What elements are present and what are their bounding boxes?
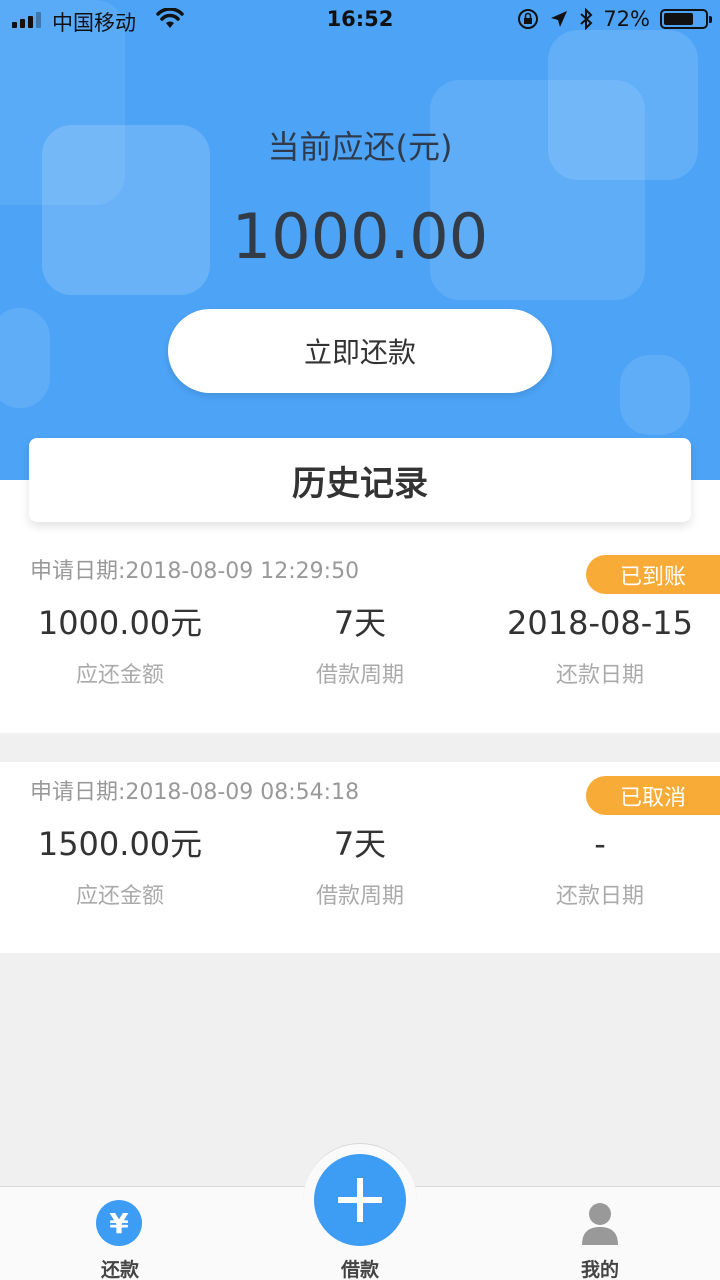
repay-date-label: 还款日期 xyxy=(555,663,644,688)
due-amount: 1000.00 xyxy=(231,200,489,273)
nav-label-borrow: 借款 xyxy=(340,1259,379,1280)
repay-date-column: 2018-08-15 还款日期 xyxy=(480,601,720,689)
status-bar: 中国移动 16:52 72% xyxy=(0,0,720,40)
repay-date-column: - 还款日期 xyxy=(480,822,720,910)
nav-label-mine: 我的 xyxy=(580,1259,619,1280)
period-column: 7天 借款周期 xyxy=(240,601,480,689)
hero-banner: 中国移动 16:52 72% 当前应还(元) 1000.00 立即还款 xyxy=(0,0,720,480)
status-right: 72% xyxy=(517,7,712,31)
repay-now-button[interactable]: 立即还款 xyxy=(168,309,552,393)
repay-date-label: 还款日期 xyxy=(555,884,644,909)
due-label: 当前应还(元) xyxy=(267,128,453,166)
record-card[interactable]: 申请日期:2018-08-09 12:29:50 已到账 1000.00元 应还… xyxy=(0,541,720,733)
user-icon xyxy=(582,1203,618,1245)
yen-icon: ¥ xyxy=(96,1200,142,1246)
amount-value: 1500.00元 xyxy=(37,825,203,863)
nav-label-repay: 还款 xyxy=(100,1259,139,1280)
add-loan-button[interactable] xyxy=(314,1154,406,1246)
period-column: 7天 借款周期 xyxy=(240,822,480,910)
apply-date: 申请日期:2018-08-09 08:54:18 xyxy=(30,780,360,805)
history-title: 历史记录 xyxy=(29,438,691,522)
status-badge: 已取消 xyxy=(586,776,720,815)
amount-column: 1500.00元 应还金额 xyxy=(0,822,240,910)
rotation-lock-icon xyxy=(518,9,539,29)
amount-label: 应还金额 xyxy=(75,884,164,909)
amount-value: 1000.00元 xyxy=(37,604,203,642)
period-label: 借款周期 xyxy=(315,884,404,909)
nav-item-repay[interactable]: ¥ 还款 xyxy=(0,1187,240,1280)
battery-percent: 72% xyxy=(603,7,650,31)
status-badge: 已到账 xyxy=(586,555,720,594)
amount-column: 1000.00元 应还金额 xyxy=(0,601,240,689)
bluetooth-icon xyxy=(580,8,593,30)
battery-icon xyxy=(660,9,712,29)
repay-date-value: - xyxy=(594,825,606,863)
period-value: 7天 xyxy=(333,825,387,863)
record-card[interactable]: 申请日期:2018-08-09 08:54:18 已取消 1500.00元 应还… xyxy=(0,762,720,953)
decor-bubble xyxy=(0,308,50,408)
apply-date: 申请日期:2018-08-09 12:29:50 xyxy=(30,559,360,584)
amount-label: 应还金额 xyxy=(75,663,164,688)
location-icon xyxy=(551,11,568,27)
period-value: 7天 xyxy=(333,604,387,642)
period-label: 借款周期 xyxy=(315,663,404,688)
plus-icon xyxy=(338,1178,382,1222)
decor-bubble xyxy=(620,355,690,435)
repay-date-value: 2018-08-15 xyxy=(507,604,693,642)
